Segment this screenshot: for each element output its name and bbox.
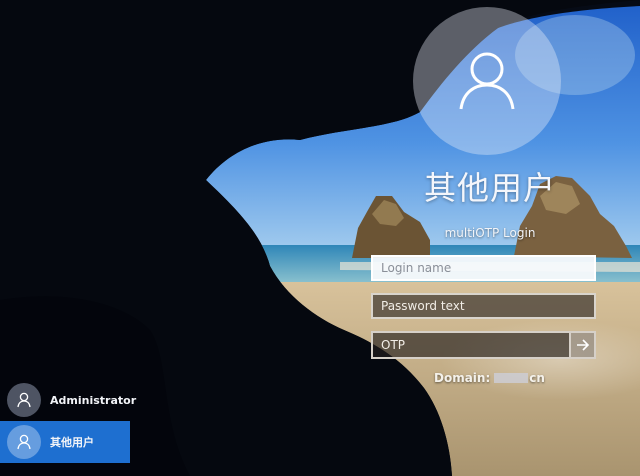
user-tile-administrator[interactable]: Administrator	[0, 380, 136, 420]
domain-info: Domain: cn	[434, 370, 545, 386]
user-tile-other-user[interactable]: 其他用户	[0, 421, 130, 463]
user-tile-label: Administrator	[50, 393, 137, 407]
credential-provider-title: multiOTP Login	[444, 226, 536, 240]
submit-button[interactable]	[569, 331, 596, 359]
account-heading: 其他用户	[423, 169, 556, 207]
domain-suffix: cn	[529, 371, 545, 385]
password-input[interactable]	[371, 293, 596, 319]
avatar	[7, 383, 41, 417]
avatar	[7, 425, 41, 459]
user-silhouette-icon	[459, 52, 515, 110]
account-avatar	[413, 7, 561, 155]
otp-input[interactable]	[371, 331, 569, 359]
login-name-input[interactable]	[371, 255, 596, 281]
domain-label: Domain:	[434, 371, 491, 385]
user-silhouette-icon	[17, 392, 31, 408]
domain-redaction	[494, 373, 529, 383]
user-silhouette-icon	[17, 434, 31, 450]
otp-row	[371, 331, 596, 359]
user-tile-label: 其他用户	[50, 436, 94, 449]
arrow-right-icon	[576, 339, 589, 351]
